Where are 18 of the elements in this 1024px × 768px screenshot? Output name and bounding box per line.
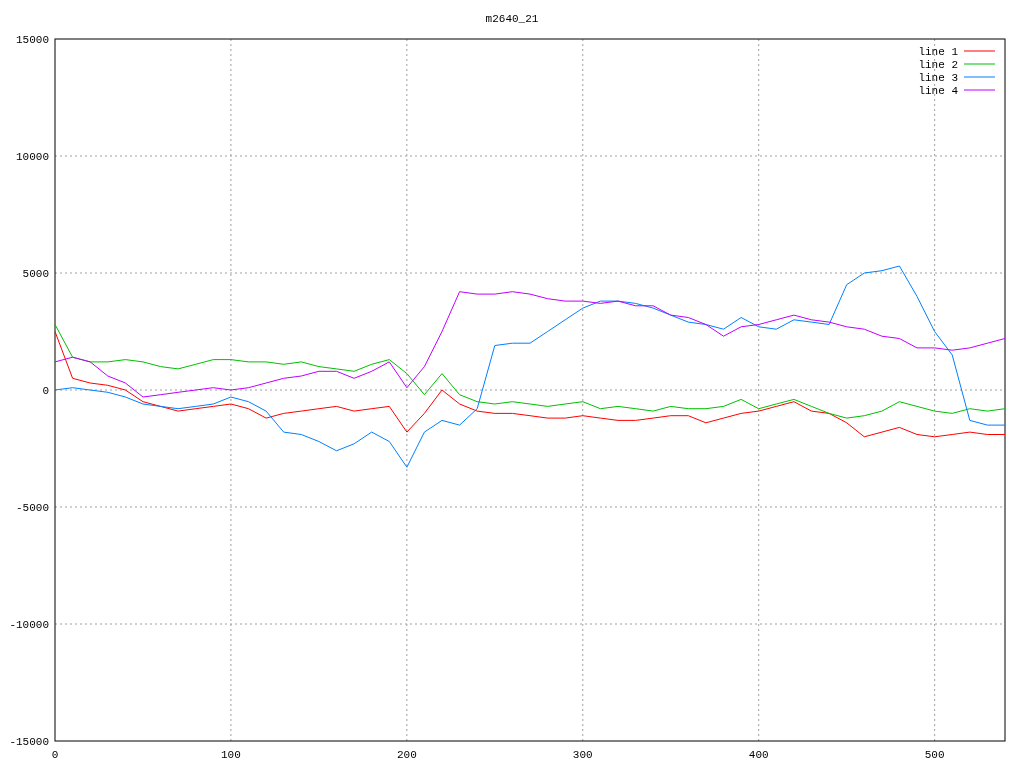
legend-label: line 3: [918, 72, 958, 84]
y-tick-label: 10000: [16, 151, 49, 163]
y-tick-label: 0: [42, 385, 49, 397]
x-tick-label: 500: [924, 749, 945, 761]
legend-label: line 4: [918, 85, 958, 97]
y-tick-label: -5000: [16, 502, 49, 514]
x-tick-label: 100: [221, 749, 241, 761]
x-tick-label: 0: [51, 749, 59, 761]
x-tick-label: 400: [748, 749, 769, 761]
y-tick-label: 15000: [16, 34, 49, 46]
y-tick-label: -15000: [9, 736, 49, 748]
chart-title: m2640_21: [485, 13, 539, 25]
y-tick-label: -10000: [9, 619, 49, 631]
x-tick-label: 300: [572, 749, 593, 761]
legend-label: line 1: [918, 46, 958, 58]
x-tick-label: 200: [396, 749, 417, 761]
y-tick-label: 5000: [22, 268, 49, 280]
legend-label: line 2: [918, 59, 958, 71]
